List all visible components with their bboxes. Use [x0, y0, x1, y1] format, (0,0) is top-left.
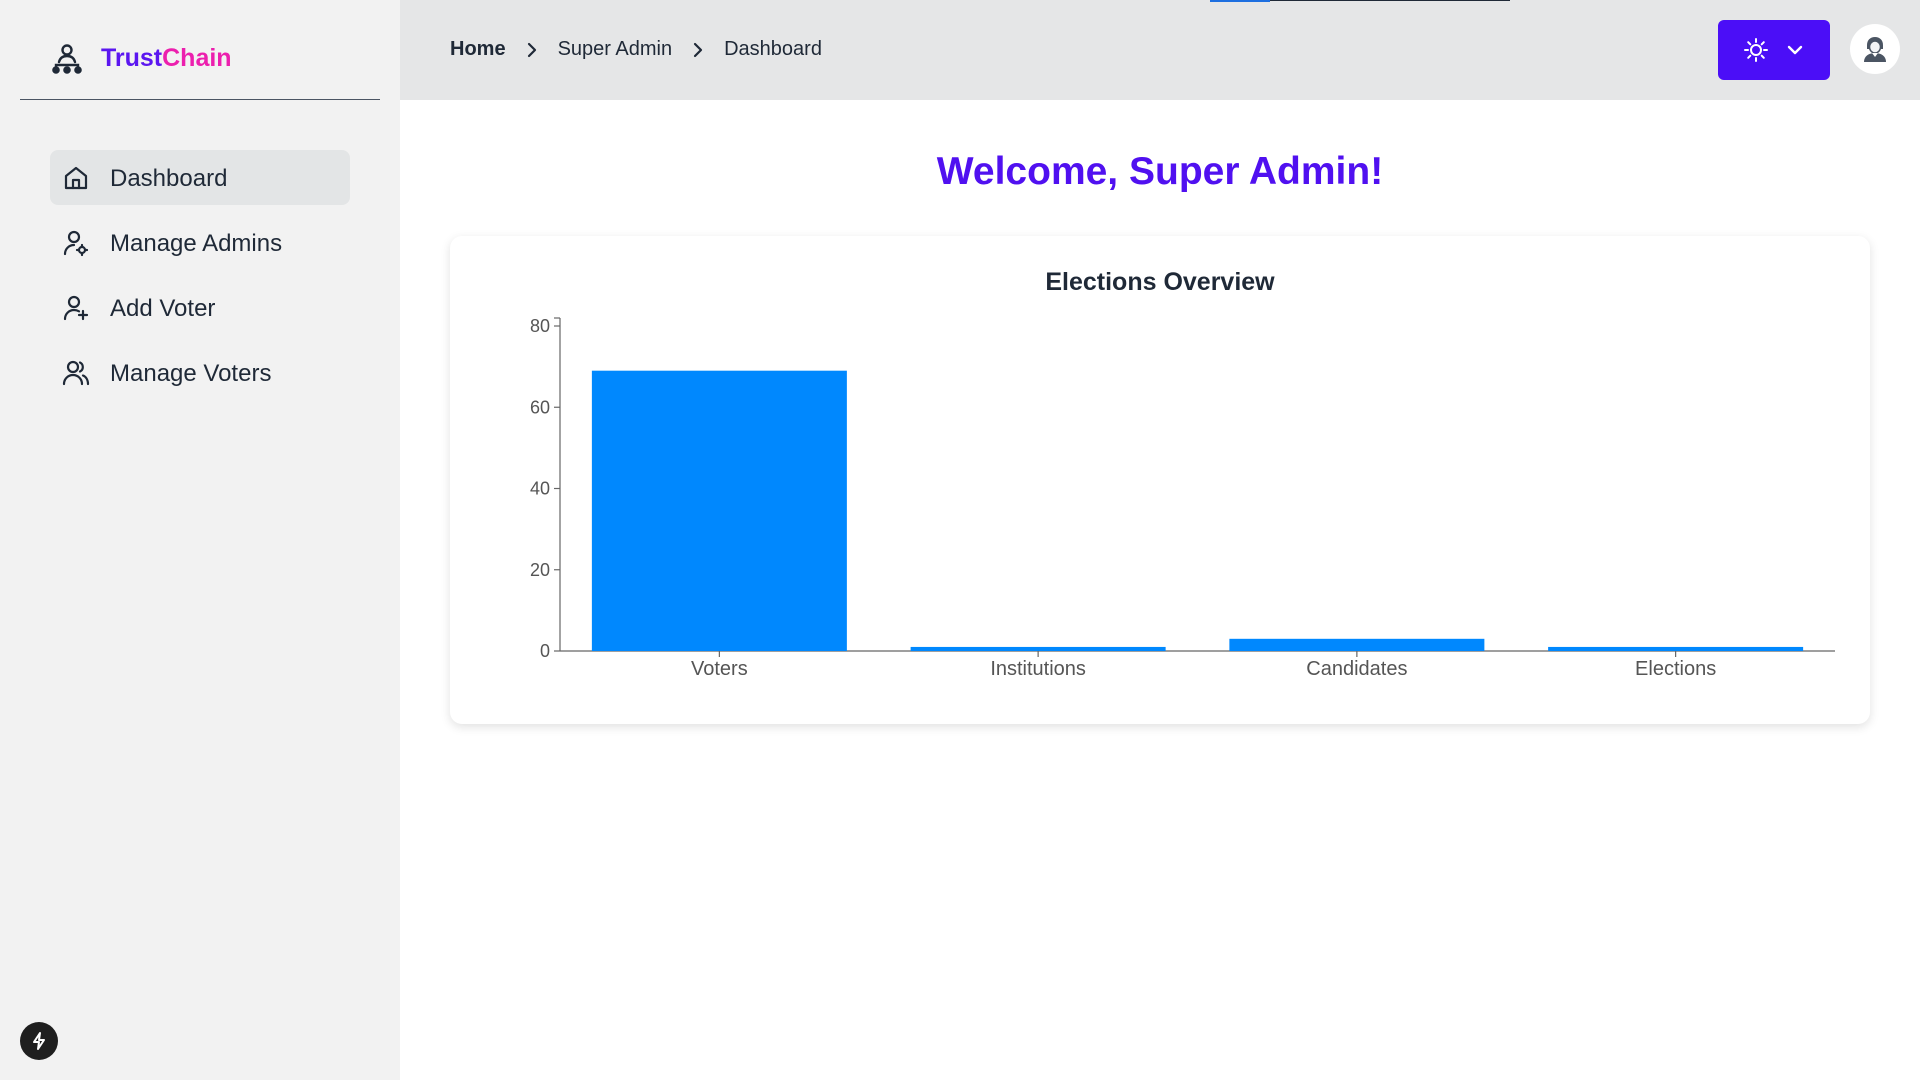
y-tick-label: 60 — [530, 397, 550, 417]
sidebar-item-label: Manage Admins — [110, 230, 283, 257]
sidebar-nav: Dashboard Manage Admins Add Voter Manage… — [50, 150, 350, 410]
loading-progress-bar — [1210, 0, 1270, 2]
users-icon — [62, 360, 90, 386]
theme-toggle-button[interactable] — [1718, 20, 1830, 80]
user-plus-icon — [63, 295, 89, 321]
brand[interactable]: TrustChain — [20, 0, 380, 100]
home-icon — [64, 166, 88, 190]
breadcrumb: Home Super Admin Dashboard — [450, 38, 822, 61]
sidebar-item-label: Dashboard — [110, 165, 228, 192]
devtools-bolt-button[interactable] — [20, 1022, 58, 1060]
brand-name-part1: Trust — [101, 44, 163, 72]
sidebar: TrustChain Dashboard Manage Admins Add V… — [0, 0, 400, 1080]
breadcrumb-home[interactable]: Home — [450, 38, 506, 61]
breadcrumb-dashboard: Dashboard — [724, 38, 822, 60]
sidebar-item-label: Add Voter — [110, 295, 216, 322]
brand-name-part2: Chain — [162, 44, 232, 72]
bar-voters — [591, 370, 847, 651]
bar-elections — [1548, 646, 1804, 651]
sidebar-item-manage-voters[interactable]: Manage Voters — [50, 345, 350, 400]
breadcrumb-super-admin[interactable]: Super Admin — [558, 38, 673, 61]
top-header: Home Super Admin Dashboard — [400, 0, 1920, 100]
welcome-heading: Welcome, Super Admin! — [936, 150, 1384, 193]
user-avatar-button[interactable] — [1850, 24, 1900, 74]
x-tick-label: Institutions — [990, 658, 1086, 680]
sidebar-item-manage-admins[interactable]: Manage Admins — [50, 215, 350, 270]
user-avatar-icon — [1864, 37, 1886, 62]
chevron-right-icon — [693, 42, 703, 57]
elections-bar-chart: 0 20 40 60 80 Voters Institutions Candidates Ele… — [530, 316, 1835, 680]
bar-institutions — [910, 646, 1166, 651]
y-tick-label: 40 — [530, 479, 550, 499]
brand-name: TrustChain — [101, 44, 232, 73]
sidebar-item-dashboard[interactable]: Dashboard — [50, 150, 350, 205]
chevron-right-icon — [527, 42, 536, 57]
sidebar-item-add-voter[interactable]: Add Voter — [50, 280, 350, 335]
y-tick-label: 20 — [530, 560, 550, 580]
org-chart-user-icon — [52, 44, 82, 74]
x-tick-label: Elections — [1635, 658, 1716, 680]
sun-icon — [1744, 38, 1768, 62]
lightning-icon — [33, 1032, 45, 1050]
elections-overview-card: Elections Overview 0 20 40 60 80 Voters Instit… — [450, 236, 1870, 724]
y-tick-label: 0 — [540, 641, 550, 661]
x-tick-label: Voters — [691, 658, 748, 680]
y-tick-label: 80 — [530, 316, 550, 336]
bar-candidates — [1229, 638, 1485, 651]
user-gear-icon — [63, 230, 89, 257]
sidebar-item-label: Manage Voters — [110, 360, 272, 387]
x-tick-label: Candidates — [1306, 658, 1407, 680]
chevron-down-icon — [1787, 45, 1803, 55]
